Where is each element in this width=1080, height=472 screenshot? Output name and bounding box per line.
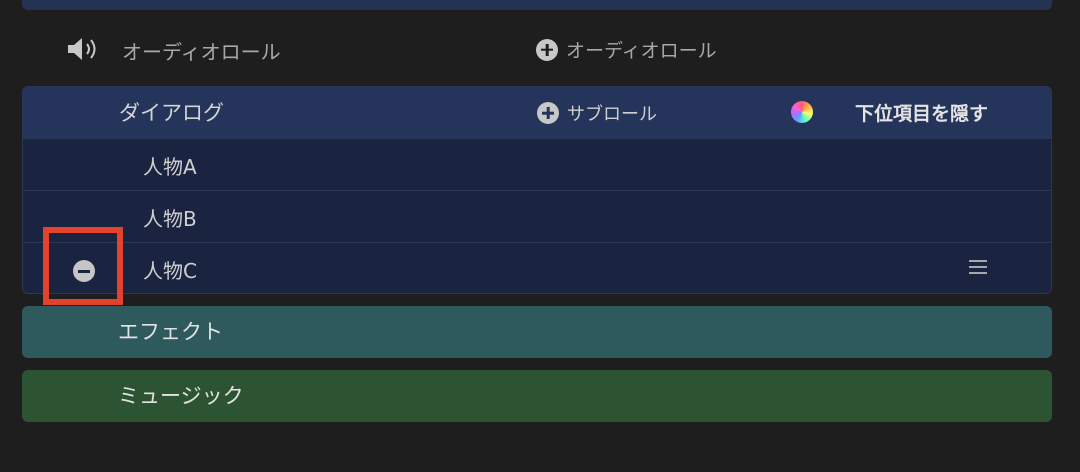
subrole-name: 人物C <box>143 259 197 283</box>
dialogue-role-title: ダイアログ <box>119 101 224 125</box>
previous-role-bar[interactable] <box>22 0 1052 10</box>
plus-circle-icon <box>537 102 559 124</box>
audio-roles-label: オーディオロール <box>122 40 281 64</box>
dialogue-role-group: ダイアログ サブロール 下位項目を隠す 人物A 人物B 人物C <box>22 86 1052 294</box>
plus-circle-icon <box>536 38 558 61</box>
color-wheel-icon[interactable] <box>791 101 813 123</box>
subrole-name: 人物B <box>143 207 197 231</box>
add-audio-role-button[interactable]: オーディオロール <box>536 36 717 63</box>
subrole-name: 人物A <box>143 155 197 179</box>
music-role-bar[interactable]: ミュージック <box>22 370 1052 422</box>
effects-role-bar[interactable]: エフェクト <box>22 306 1052 358</box>
add-audio-role-label: オーディオロール <box>566 40 717 62</box>
add-subrole-button[interactable]: サブロール <box>537 100 657 126</box>
speaker-icon <box>68 38 96 60</box>
music-role-title: ミュージック <box>118 384 244 408</box>
subrole-row[interactable]: 人物C <box>23 242 1051 293</box>
subrole-row[interactable]: 人物B <box>23 190 1051 241</box>
effects-role-title: エフェクト <box>118 320 223 344</box>
remove-button-highlight <box>43 227 123 305</box>
drag-handle-icon[interactable] <box>969 260 987 276</box>
role-editor: オーディオロール オーディオロール ダイアログ サブロール 下位項目を隠す 人物… <box>0 0 1080 472</box>
hide-subroles-button[interactable]: 下位項目を隠す <box>855 99 988 126</box>
subrole-row[interactable]: 人物A <box>23 138 1051 189</box>
add-subrole-label: サブロール <box>567 104 657 125</box>
dialogue-role-header[interactable]: ダイアログ サブロール 下位項目を隠す <box>23 87 1051 138</box>
audio-roles-header: オーディオロール オーディオロール <box>22 24 1052 76</box>
